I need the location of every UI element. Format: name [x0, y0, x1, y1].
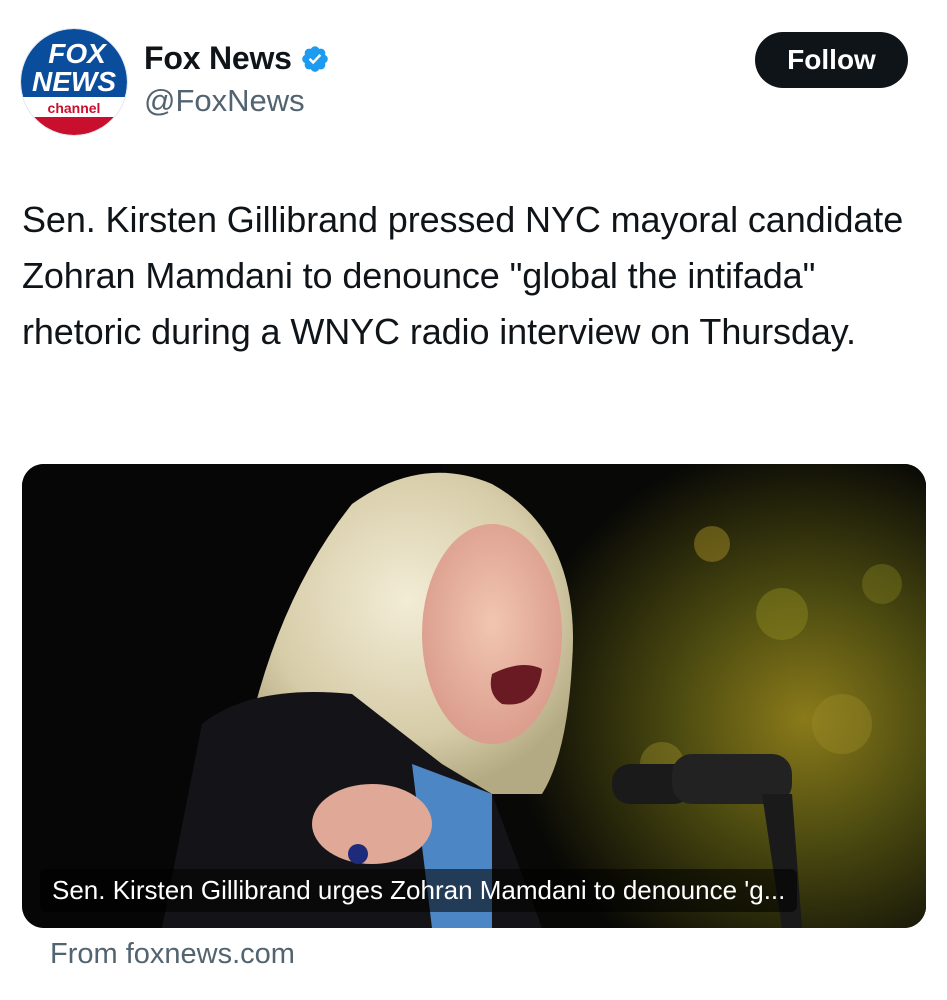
author-avatar[interactable]: FOX NEWS channel	[20, 28, 128, 136]
author-display-name[interactable]: Fox News	[144, 40, 292, 77]
fox-news-logo-icon: FOX NEWS channel	[21, 29, 127, 135]
card-photo	[22, 464, 926, 928]
logo-line-1: FOX	[48, 38, 108, 69]
verified-badge-icon	[300, 44, 330, 74]
card-caption: Sen. Kirsten Gillibrand urges Zohran Mam…	[40, 869, 798, 912]
author-handle[interactable]: @FoxNews	[144, 83, 330, 119]
author-names: Fox News @FoxNews	[144, 40, 330, 119]
logo-line-3: channel	[48, 100, 101, 116]
tweet-text: Sen. Kirsten Gillibrand pressed NYC mayo…	[22, 199, 904, 352]
follow-button[interactable]: Follow	[755, 32, 908, 88]
card-source[interactable]: From foxnews.com	[50, 938, 295, 971]
logo-line-2: NEWS	[32, 66, 116, 97]
link-card[interactable]: Sen. Kirsten Gillibrand urges Zohran Mam…	[22, 464, 926, 928]
tweet-header: FOX NEWS channel Fox News @FoxNews Follo…	[20, 28, 908, 138]
